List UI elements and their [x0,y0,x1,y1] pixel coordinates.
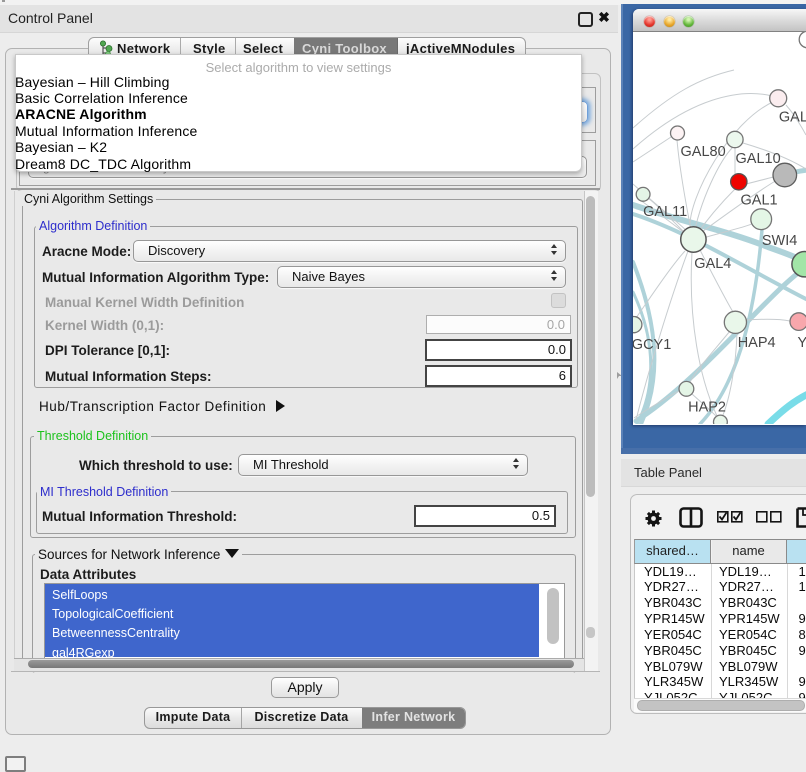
svg-text:GCY1: GCY1 [633,337,671,353]
svg-text:GAL11: GAL11 [643,204,687,220]
svg-text:SWI4: SWI4 [762,233,797,249]
svg-text:HAP4: HAP4 [738,335,776,351]
svg-text:YBR: YBR [798,335,806,351]
svg-text:GAL7: GAL7 [779,110,806,126]
svg-text:GAL10: GAL10 [736,151,781,167]
svg-text:GAL4: GAL4 [694,256,731,272]
svg-text:GAL1: GAL1 [741,193,778,209]
svg-text:HAP2: HAP2 [688,400,726,416]
svg-text:GAL80: GAL80 [681,144,726,160]
